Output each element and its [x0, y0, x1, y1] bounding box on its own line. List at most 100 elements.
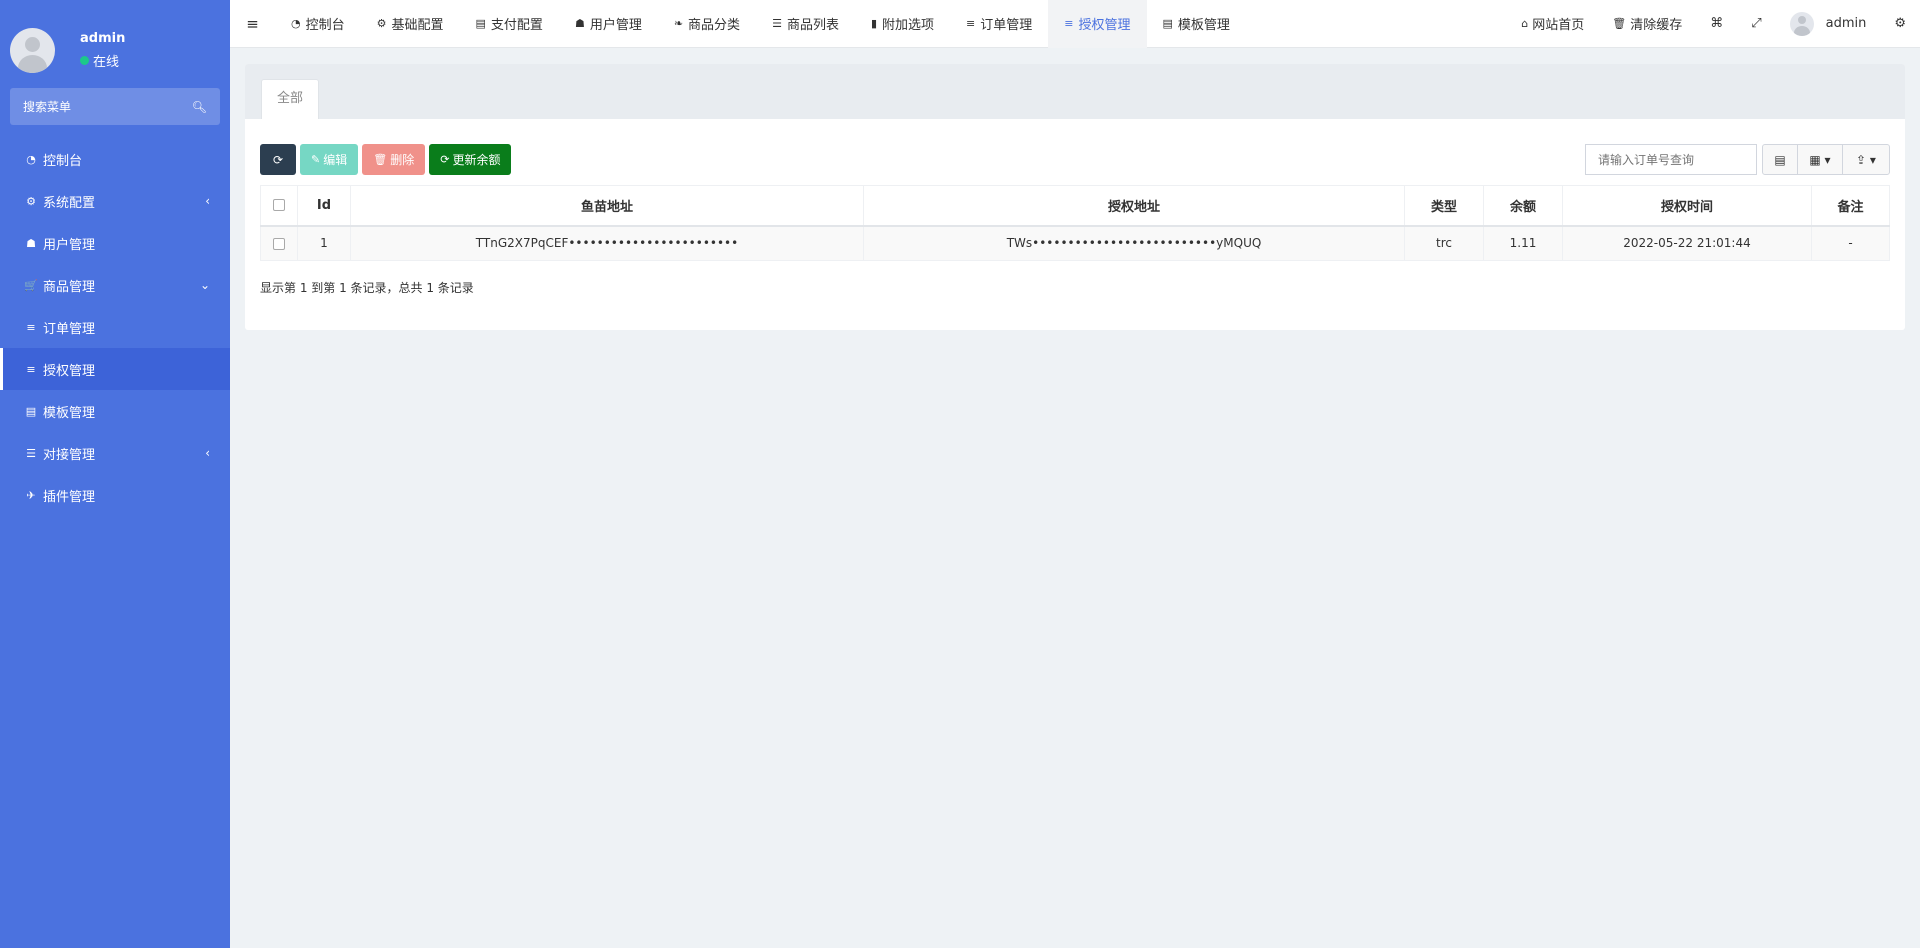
clear-cache-label: 清除缓存	[1630, 18, 1683, 33]
top-nav-tab[interactable]: ◔ 控制台	[275, 0, 361, 48]
top-nav-tab[interactable]: ☰ 商品列表	[756, 0, 855, 48]
row-checkbox[interactable]	[273, 237, 285, 250]
toolbar: ⟳ ✎ 编辑 🗑︎ 删除 ⟳ 更新余额	[260, 144, 515, 175]
tab-all[interactable]: 全部	[261, 79, 320, 119]
gear-icon: ⚙	[376, 17, 387, 30]
sidebar-item-label: 用户管理	[43, 237, 96, 253]
trash-icon: 🗑︎	[373, 153, 388, 166]
column-header[interactable]: 备注	[1811, 185, 1890, 227]
update-balance-button[interactable]: ⟳ 更新余额	[429, 144, 512, 175]
search-icon[interactable]: 🔍︎	[192, 100, 207, 114]
column-header[interactable]: 类型	[1404, 185, 1484, 227]
sidebar-menu: ◔ 控制台 ⚙ 系统配置 ‹ ☗ 用户管理 🛒 商品管理 ⌄ ≡ 订单管理 ≡ 授权管理 ▤ 模板管理 ☰ 对接管…	[0, 138, 230, 516]
clear-cache-button[interactable]: 🗑︎ 清除缓存	[1598, 14, 1696, 33]
auth-table: Id 鱼苗地址 授权地址 类型 余额 授权时间 备注 1 TTnG2X7PqCE…	[260, 185, 1890, 261]
top-nav-tab[interactable]: ⚙ 基础配置	[361, 0, 460, 48]
sidebar-item[interactable]: ☗ 用户管理	[0, 222, 230, 264]
refresh-button[interactable]: ⟳	[260, 144, 296, 175]
avatar	[1789, 11, 1814, 36]
user-panel: admin 在线	[0, 0, 230, 78]
user-name: admin	[80, 30, 126, 46]
refresh-icon: ⟳	[272, 152, 284, 167]
top-nav-tab[interactable]: ≡ 授权管理	[1048, 0, 1147, 48]
column-header[interactable]: 鱼苗地址	[350, 185, 864, 227]
top-nav-tab[interactable]: ≡ 订单管理	[950, 0, 1048, 48]
search-menu-placeholder: 搜索菜单	[23, 100, 72, 114]
list-icon: ≡	[26, 320, 36, 334]
gear-icon: ⚙	[26, 194, 36, 208]
top-nav-tab[interactable]: ☗ 用户管理	[559, 0, 658, 48]
delete-label: 删除	[390, 153, 415, 167]
user-icon: ☗	[26, 236, 36, 250]
delete-button[interactable]: 🗑︎ 删除	[362, 144, 426, 175]
status-text: 在线	[93, 54, 120, 70]
payment-icon: ▤	[475, 17, 486, 30]
column-header[interactable]: Id	[297, 185, 351, 227]
top-nav-label: 控制台	[305, 18, 345, 33]
dashboard-icon: ◔	[291, 17, 301, 30]
export-button[interactable]: ⇪ ▾	[1842, 144, 1890, 175]
top-nav-tab[interactable]: ▮ 附加选项	[855, 0, 950, 48]
toggle-view-button[interactable]: ▤	[1762, 144, 1798, 175]
top-nav-label: 订单管理	[980, 18, 1033, 33]
cell-note: -	[1811, 225, 1890, 261]
sidebar-item-label: 模板管理	[43, 405, 96, 421]
top-nav-tab[interactable]: ▤ 支付配置	[460, 0, 559, 48]
order-search-input[interactable]	[1585, 144, 1757, 175]
search-menu-input[interactable]: 搜索菜单 🔍︎	[10, 88, 220, 125]
sidebar-item[interactable]: ⚙ 系统配置 ‹	[0, 180, 230, 222]
cell-type: trc	[1404, 225, 1484, 261]
sidebar-item[interactable]: ☰ 对接管理 ‹	[0, 432, 230, 474]
column-header[interactable]: 授权时间	[1562, 185, 1812, 227]
top-nav-label: 模板管理	[1177, 18, 1230, 33]
user-menu[interactable]: admin	[1776, 11, 1881, 36]
cell-balance: 1.11	[1483, 225, 1563, 261]
menu-toggle-icon[interactable]: ≡	[230, 15, 275, 33]
top-nav-label: 授权管理	[1078, 18, 1131, 33]
sidebar-item-label: 授权管理	[43, 363, 96, 379]
fullscreen-icon[interactable]: ⤢	[1737, 16, 1775, 31]
top-nav-label: 基础配置	[391, 18, 444, 33]
top-navbar: ≡ ◔ 控制台 ⚙ 基础配置 ▤ 支付配置 ☗ 用户管理 ❧ 商品分类 ☰ 商品列表 ▮ 附加选项 ≡ 订单管…	[230, 0, 1920, 48]
online-dot-icon	[80, 55, 89, 65]
language-icon[interactable]: ⌘	[1696, 16, 1737, 31]
pagination-info: 显示第 1 到第 1 条记录，总共 1 条记录	[260, 281, 474, 295]
sidebar-item[interactable]: ≡ 订单管理	[0, 306, 230, 348]
sidebar: admin 在线 搜索菜单 🔍︎ ◔ 控制台 ⚙ 系统配置 ‹ ☗ 用户管理 🛒 商品管理 ⌄ ≡ 订…	[0, 0, 230, 948]
table-header-row: Id 鱼苗地址 授权地址 类型 余额 授权时间 备注	[260, 185, 1890, 227]
table-tools: ▤ ▦ ▾ ⇪ ▾	[1585, 144, 1890, 175]
sidebar-item[interactable]: ▤ 模板管理	[0, 390, 230, 432]
top-nav-tab[interactable]: ❧ 商品分类	[658, 0, 756, 48]
sidebar-item-label: 对接管理	[43, 447, 96, 463]
update-balance-label: 更新余额	[452, 153, 501, 167]
sidebar-item-label: 控制台	[43, 153, 83, 169]
column-header[interactable]: 授权地址	[863, 185, 1405, 227]
settings-gears-icon[interactable]: ⚙	[1880, 16, 1920, 31]
website-home-label: 网站首页	[1532, 18, 1585, 33]
cell-id: 1	[297, 225, 351, 261]
edit-button[interactable]: ✎ 编辑	[300, 144, 359, 175]
sidebar-item[interactable]: 🛒 商品管理 ⌄	[0, 264, 230, 306]
top-nav-label: 附加选项	[882, 18, 935, 33]
table-row[interactable]: 1 TTnG2X7PqCEF•••••••••••••••••••••••• T…	[260, 225, 1890, 261]
content-panel: 全部 ⟳ ✎ 编辑 🗑︎ 删除 ⟳ 更新余额 ▤ ▦ ▾ ⇪ ▾ Id 鱼苗地址	[245, 64, 1905, 330]
select-all-checkbox[interactable]	[273, 199, 285, 212]
column-header[interactable]: 余额	[1483, 185, 1563, 227]
top-nav-tab[interactable]: ▤ 模板管理	[1147, 0, 1246, 48]
list-icon: ☰	[772, 17, 782, 30]
row-select-cell	[260, 225, 298, 261]
sidebar-item[interactable]: ≡ 授权管理	[0, 348, 230, 390]
home-icon: ⌂	[1521, 17, 1529, 30]
sidebar-item-label: 商品管理	[43, 279, 96, 295]
cell-time: 2022-05-22 21:01:44	[1562, 225, 1812, 261]
leaf-icon: ❧	[673, 17, 684, 30]
sidebar-item-label: 插件管理	[43, 489, 96, 505]
website-home-link[interactable]: ⌂ 网站首页	[1507, 14, 1598, 33]
sidebar-item[interactable]: ✈ 插件管理	[0, 474, 230, 516]
columns-button[interactable]: ▦ ▾	[1797, 144, 1843, 175]
top-nav-tabs: ◔ 控制台 ⚙ 基础配置 ▤ 支付配置 ☗ 用户管理 ❧ 商品分类 ☰ 商品列表 ▮ 附加选项 ≡ 订单管理 ≡…	[275, 0, 1246, 48]
chevron-down-icon: ⌄	[199, 278, 210, 292]
sidebar-item[interactable]: ◔ 控制台	[0, 138, 230, 180]
plug-icon: ✈	[26, 488, 36, 502]
edit-label: 编辑	[323, 153, 348, 167]
